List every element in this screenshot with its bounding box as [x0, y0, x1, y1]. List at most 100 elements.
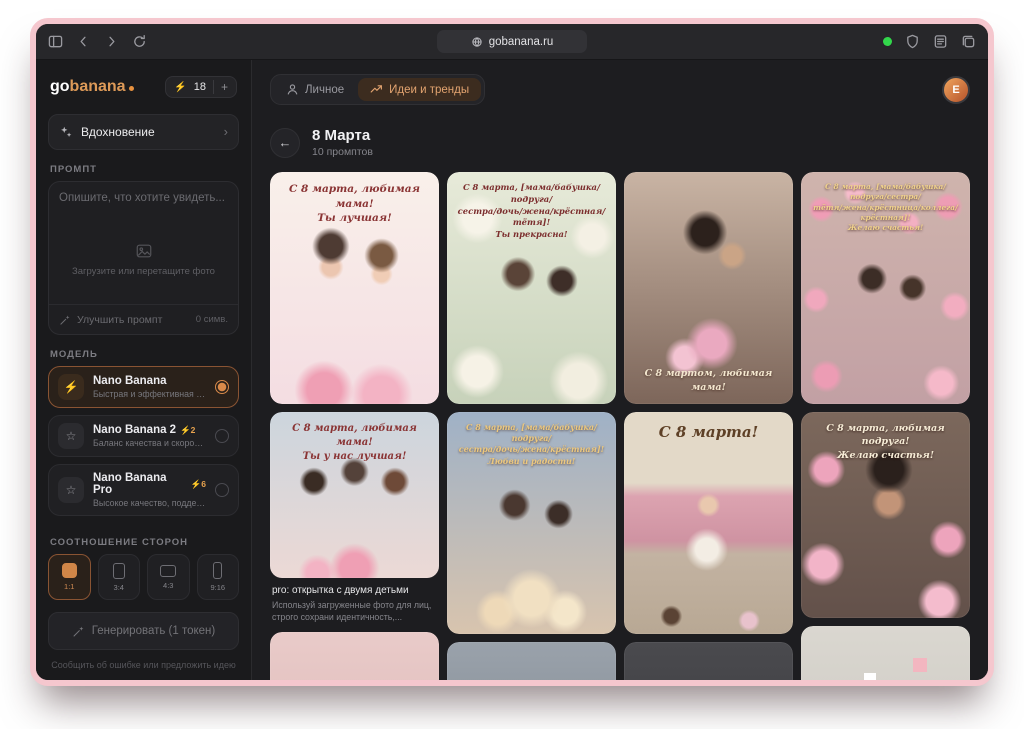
card-overlay-text: С 8 марта, любимая мама! Ты у нас лучшая… [292, 423, 417, 462]
card-image: С 8 марта, любимая подруга! Желаю счасть… [801, 412, 970, 618]
wand-icon [59, 314, 71, 326]
idea-card[interactable]: С 8 марта! [624, 412, 793, 634]
sparkles-icon [59, 125, 73, 139]
model-name: Nano Banana Pro [93, 472, 167, 497]
card-image: С 8 марта, любимая мама! Ты лучшая! [270, 172, 439, 404]
model-name: Nano Banana [93, 375, 167, 388]
idea-card[interactable]: С 8 марта, [мама/бабушка/подруга/ сестра… [447, 172, 616, 404]
card-image: С 8 марта, любимая мама! Ты у нас лучшая… [270, 412, 439, 578]
address-bar[interactable]: gobanana.ru [437, 30, 587, 53]
idea-card[interactable]: С 8 марта, любимая мама! Ты лучшая! [270, 172, 439, 404]
card-overlay-text: С 8 марта! [658, 423, 759, 441]
model-name: Nano Banana 2 [93, 424, 177, 437]
idea-card[interactable]: С 8 мартом, любимая мама! [624, 172, 793, 404]
upload-label: Загрузите или перетащите фото [72, 265, 215, 277]
main-content: Личное Идеи и тренды E ← 8 Марта 10 пром… [252, 60, 988, 680]
card-image [624, 642, 793, 680]
star-icon: ☆ [58, 477, 84, 504]
model-desc: Баланс качества и скорости, 2K/4K [93, 438, 206, 449]
forward-icon[interactable] [104, 34, 119, 49]
card-overlay-text: С 8 марта, [мама/бабушка/подруга/ сестра… [457, 182, 606, 240]
tab-personal[interactable]: Личное [274, 78, 356, 101]
model-section-label: МОДЕЛЬ [50, 349, 98, 361]
aspect-4-3[interactable]: 4:3 [147, 554, 190, 601]
generate-button[interactable]: Генерировать (1 токен) [48, 612, 239, 650]
back-button[interactable]: ← [270, 127, 300, 158]
idea-card-grid: С 8 марта, любимая мама! Ты лучшая! С 8 … [270, 172, 970, 680]
card-image [801, 626, 970, 680]
radio-icon [215, 483, 229, 498]
reload-icon[interactable] [132, 34, 147, 49]
model-desc: Высокое качество, поддержка 2K/4K [93, 498, 206, 509]
extension-status-icon[interactable] [883, 37, 892, 46]
idea-card[interactable]: С 8 марта, [мама/бабушка/подруга/сестра/… [801, 172, 970, 404]
back-icon[interactable] [76, 34, 91, 49]
view-tabs: Личное Идеи и тренды [270, 74, 486, 105]
sidebar: gobanana ⚡ 18 + Вдохновение › ПРОМПТ Опи… [36, 60, 252, 680]
tall-portrait-icon [213, 562, 223, 580]
card-caption: pro: открытка с двумя детьми Используй з… [270, 578, 439, 624]
model-cost-badge: ⚡2 [180, 424, 196, 435]
card-image [270, 631, 439, 680]
aspect-9-16[interactable]: 9:16 [196, 554, 239, 601]
radio-icon [215, 429, 229, 444]
char-count: 0 симв. [195, 314, 228, 326]
feedback-link[interactable]: Сообщить об ошибке или предложить идею [48, 660, 239, 670]
tokens-pill[interactable]: ⚡ 18 + [165, 76, 237, 98]
model-option-nano-banana[interactable]: ⚡ Nano Banana Быстрая и эффективная гене… [48, 366, 239, 409]
aspect-3-4[interactable]: 3:4 [97, 554, 140, 601]
inspiration-button[interactable]: Вдохновение › [48, 114, 239, 150]
site-globe-icon [471, 36, 483, 48]
tab-ideas-trends[interactable]: Идеи и тренды [358, 78, 482, 101]
idea-card-partial[interactable] [801, 626, 970, 680]
sidebar-toggle-icon[interactable] [48, 34, 63, 49]
logo-dot-icon [128, 86, 134, 91]
page-subtitle: 10 промптов [312, 146, 373, 158]
aspect-1-1[interactable]: 1:1 [48, 554, 91, 601]
card-overlay-text: С 8 марта, любимая подруга! Желаю счасть… [826, 423, 945, 461]
card-image: С 8 марта! [624, 412, 793, 634]
aspect-section-label: СООТНОШЕНИЕ СТОРОН [50, 537, 189, 549]
bolt-icon: ⚡ [58, 374, 84, 401]
card-image: С 8 марта, [мама/бабушка/подруга/сестра/… [801, 172, 970, 404]
reader-icon[interactable] [933, 34, 948, 49]
model-cost-badge: ⚡6 [190, 478, 206, 489]
idea-card[interactable]: С 8 марта, любимая мама! Ты у нас лучшая… [270, 412, 439, 624]
idea-card-partial[interactable] [447, 642, 616, 680]
prompt-input[interactable] [49, 181, 238, 214]
landscape-icon [160, 564, 177, 577]
chevron-right-icon: › [223, 124, 228, 140]
model-option-nano-banana-2[interactable]: ☆ Nano Banana 2 ⚡2 Баланс качества и скор… [48, 415, 239, 458]
shield-icon[interactable] [905, 34, 920, 49]
bolt-icon: ⚡ [174, 81, 187, 93]
browser-toolbar: gobanana.ru [36, 24, 988, 60]
url-text: gobanana.ru [488, 35, 554, 48]
card-image [447, 642, 616, 680]
star-icon: ☆ [58, 423, 84, 450]
card-image: С 8 марта, [мама/бабушка/подруга/ сестра… [447, 172, 616, 404]
card-image: С 8 марта, [мама/бабушка/подруга/ сестра… [447, 412, 616, 634]
card-caption-desc: Используй загруженные фото для лиц, стро… [272, 600, 432, 623]
portrait-icon [112, 562, 125, 579]
trending-up-icon [370, 85, 383, 93]
add-tokens-button[interactable]: + [212, 80, 228, 94]
prompt-section-label: ПРОМПТ [50, 163, 97, 175]
idea-card-partial[interactable] [624, 642, 793, 680]
wand-icon [72, 625, 85, 638]
square-icon [61, 563, 77, 579]
person-icon [287, 84, 298, 95]
logo: gobanana [50, 78, 134, 96]
user-avatar[interactable]: E [942, 75, 970, 104]
model-option-nano-banana-pro[interactable]: ☆ Nano Banana Pro ⚡6 Высокое качество, по… [48, 464, 239, 517]
card-overlay-text: С 8 марта, [мама/бабушка/подруга/сестра/… [813, 182, 958, 233]
card-caption-title: pro: открытка с двумя детьми [272, 585, 409, 596]
inspiration-label: Вдохновение [81, 124, 155, 139]
idea-card[interactable]: С 8 марта, любимая подруга! Желаю счасть… [801, 412, 970, 618]
tabs-icon[interactable] [961, 34, 976, 49]
upload-area[interactable]: Загрузите или перетащите фото [49, 214, 238, 305]
radio-selected-icon [215, 380, 229, 395]
idea-card[interactable]: С 8 марта, [мама/бабушка/подруга/ сестра… [447, 412, 616, 634]
card-overlay-text: С 8 марта, любимая мама! Ты лучшая! [289, 183, 420, 225]
improve-prompt-button[interactable]: Улучшить промпт [77, 314, 162, 326]
idea-card-partial[interactable] [270, 631, 439, 680]
